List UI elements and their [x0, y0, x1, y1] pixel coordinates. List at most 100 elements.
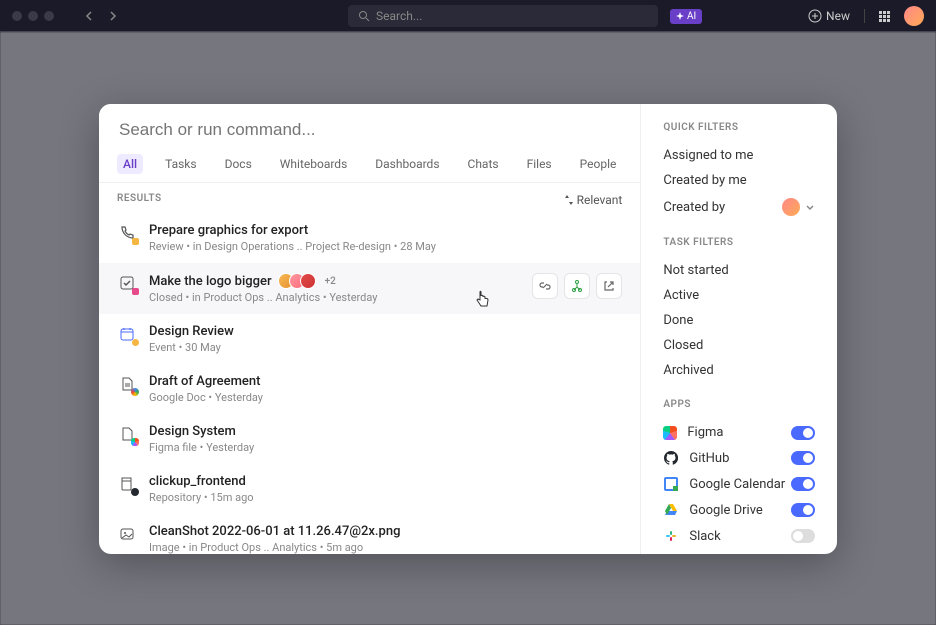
toggle-figma[interactable] — [791, 426, 815, 440]
tab-files[interactable]: Files — [521, 154, 558, 174]
result-item[interactable]: Draft of Agreement Google Doc • Yesterda… — [99, 364, 640, 414]
app-github: GitHub — [663, 445, 815, 471]
created-by-avatar — [782, 198, 800, 216]
maximize-window-icon[interactable] — [44, 11, 54, 21]
filters-panel: QUICK FILTERS Assigned to me Created by … — [641, 104, 837, 554]
status-dot — [132, 339, 139, 346]
tab-people[interactable]: People — [574, 154, 623, 174]
result-meta: Repository • 15m ago — [149, 491, 622, 504]
result-item[interactable]: Design System Figma file • Yesterday — [99, 414, 640, 464]
subtask-button[interactable] — [564, 273, 590, 299]
tab-chats[interactable]: Chats — [462, 154, 505, 174]
result-title: Design Review — [149, 324, 234, 339]
result-item[interactable]: Prepare graphics for export Review • in … — [99, 213, 640, 263]
result-title: CleanShot 2022-06-01 at 11.26.47@2x.png — [149, 524, 400, 539]
quick-filters-label: QUICK FILTERS — [663, 122, 815, 133]
results-label: RESULTS — [117, 193, 162, 207]
nav-forward-icon[interactable] — [104, 8, 120, 24]
filter-assigned-to-me[interactable]: Assigned to me — [663, 143, 815, 168]
gcal-icon — [663, 476, 679, 492]
global-search[interactable]: Search... — [348, 5, 658, 27]
result-item[interactable]: Make the logo bigger +2 Closed • in Prod… — [99, 263, 640, 314]
filter-closed[interactable]: Closed — [663, 333, 815, 358]
ai-label: AI — [687, 11, 696, 22]
result-title: Design System — [149, 424, 236, 439]
tab-dashboards[interactable]: Dashboards — [369, 154, 445, 174]
slack-icon — [663, 528, 679, 544]
result-actions — [532, 273, 622, 299]
repository-icon — [117, 474, 137, 494]
result-item[interactable]: Design Review Event • 30 May — [99, 314, 640, 364]
close-window-icon[interactable] — [12, 11, 22, 21]
figma-file-icon — [117, 424, 137, 444]
filter-created-by[interactable]: Created by — [663, 193, 815, 221]
branch-icon — [570, 279, 584, 293]
new-button[interactable]: New — [808, 9, 850, 23]
result-item[interactable]: CleanShot 2022-06-01 at 11.26.47@2x.png … — [99, 514, 640, 554]
github-icon — [663, 450, 679, 466]
result-meta: Figma file • Yesterday — [149, 441, 622, 454]
toggle-slack[interactable] — [791, 529, 815, 543]
command-palette-main: All Tasks Docs Whiteboards Dashboards Ch… — [99, 104, 641, 554]
command-input[interactable] — [99, 104, 640, 146]
result-meta: Event • 30 May — [149, 341, 622, 354]
tab-docs[interactable]: Docs — [219, 154, 258, 174]
image-file-icon — [117, 524, 137, 544]
plus-circle-icon — [808, 9, 822, 23]
user-avatar[interactable] — [904, 6, 924, 26]
filter-archived[interactable]: Archived — [663, 358, 815, 383]
filter-active[interactable]: Active — [663, 283, 815, 308]
toggle-gdrive[interactable] — [791, 503, 815, 517]
filter-not-started[interactable]: Not started — [663, 258, 815, 283]
status-dot — [132, 238, 139, 245]
sort-button[interactable]: Relevant — [564, 193, 623, 207]
app-slack: Slack — [663, 523, 815, 549]
app-name: Google Calendar — [689, 477, 785, 492]
apps-label: APPS — [663, 399, 815, 410]
app-name: Google Drive — [689, 503, 762, 518]
toggle-gcal[interactable] — [791, 477, 815, 491]
open-button[interactable] — [596, 273, 622, 299]
ai-badge[interactable]: AI — [670, 9, 702, 24]
calendar-event-icon — [117, 324, 137, 344]
result-title: Make the logo bigger — [149, 274, 272, 289]
tab-all[interactable]: All — [117, 154, 143, 174]
tab-tasks[interactable]: Tasks — [159, 154, 203, 174]
google-badge-icon — [131, 388, 139, 396]
nav-back-icon[interactable] — [82, 8, 98, 24]
nav-arrows — [82, 8, 120, 24]
results-list: Prepare graphics for export Review • in … — [99, 213, 640, 554]
search-icon — [358, 10, 370, 22]
tab-whiteboards[interactable]: Whiteboards — [274, 154, 354, 174]
task-filters-label: TASK FILTERS — [663, 237, 815, 248]
result-meta: Image • in Product Ops .. Analytics • 5m… — [149, 541, 622, 554]
result-tabs: All Tasks Docs Whiteboards Dashboards Ch… — [99, 146, 640, 183]
minimize-window-icon[interactable] — [28, 11, 38, 21]
check-task-icon — [117, 273, 137, 293]
results-header: RESULTS Relevant — [99, 183, 640, 213]
link-icon — [538, 279, 552, 293]
filter-done[interactable]: Done — [663, 308, 815, 333]
app-name: Figma — [687, 425, 723, 440]
phone-task-icon — [117, 223, 137, 243]
app-gcal: Google Calendar — [663, 471, 815, 497]
toggle-github[interactable] — [791, 451, 815, 465]
result-title: Prepare graphics for export — [149, 223, 308, 238]
result-title: Draft of Agreement — [149, 374, 260, 389]
sort-icon — [564, 194, 574, 206]
assignee-avatars — [278, 273, 316, 289]
app-name: GitHub — [689, 451, 729, 466]
result-meta: Closed • in Product Ops .. Analytics • Y… — [149, 291, 520, 304]
copy-link-button[interactable] — [532, 273, 558, 299]
figma-badge-icon — [131, 438, 139, 446]
new-label: New — [826, 9, 850, 23]
gdrive-icon — [663, 502, 679, 518]
apps-grid-icon[interactable] — [879, 11, 890, 22]
filter-label: Created by — [663, 200, 725, 215]
result-meta: Google Doc • Yesterday — [149, 391, 622, 404]
result-title: clickup_frontend — [149, 474, 246, 489]
status-dot — [132, 288, 139, 295]
filter-created-by-me[interactable]: Created by me — [663, 168, 815, 193]
figma-icon — [663, 426, 677, 440]
result-item[interactable]: clickup_frontend Repository • 15m ago — [99, 464, 640, 514]
